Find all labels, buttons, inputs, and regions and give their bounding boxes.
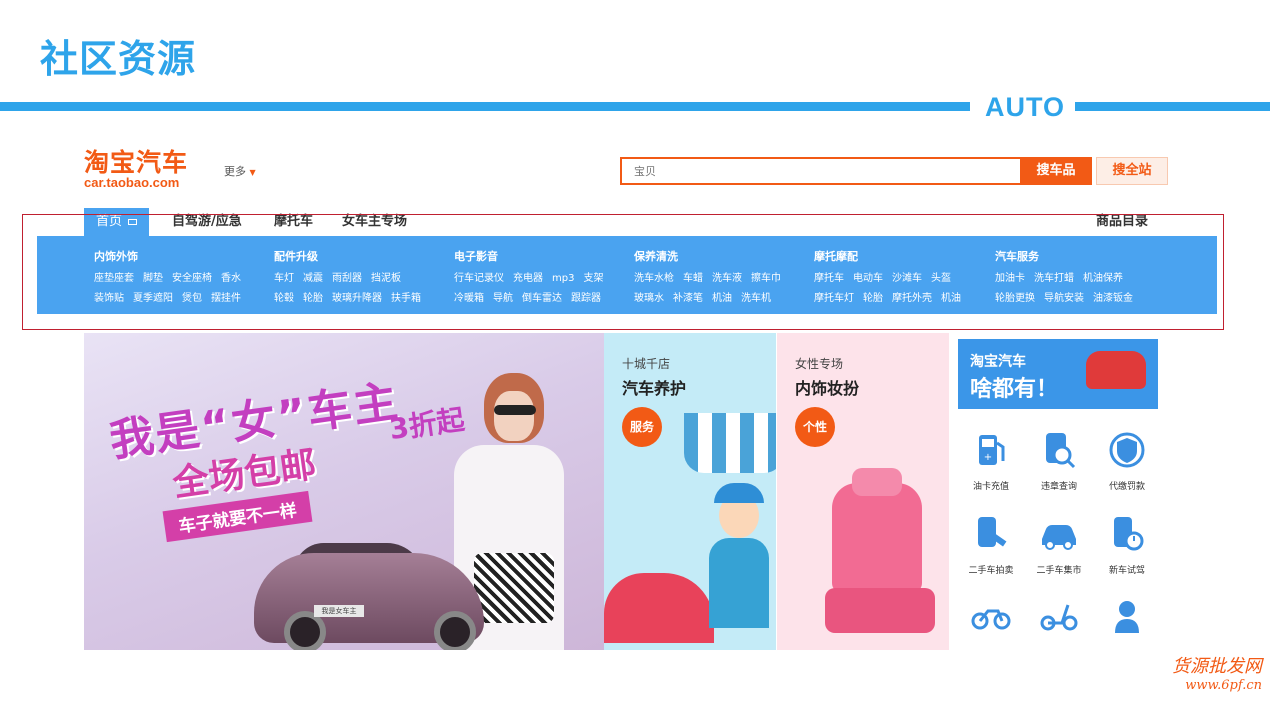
scooter-icon xyxy=(1040,604,1078,631)
service-pay-fines[interactable]: 代缴罚款 xyxy=(1094,429,1160,492)
service-label: 代缴罚款 xyxy=(1108,482,1145,492)
service-label: 油卡充值 xyxy=(972,482,1009,492)
search-all-button[interactable]: 搜全站 xyxy=(1096,157,1168,185)
card-title: 汽车养护 xyxy=(622,379,687,398)
logo-text-en: car.taobao.com xyxy=(84,175,180,190)
sunglasses-icon xyxy=(494,405,536,415)
card-subtitle: 十城千店 xyxy=(622,357,671,371)
service-used-car-auction[interactable]: 二手车拍卖 xyxy=(958,513,1024,576)
shield-icon xyxy=(1109,432,1145,468)
title-rule-right xyxy=(1075,102,1270,111)
service-violation-query[interactable]: 违章查询 xyxy=(1026,429,1092,492)
auto-label: AUTO xyxy=(985,92,1066,122)
more-dropdown[interactable]: 更多 ▼ xyxy=(224,163,256,179)
svg-text:+: + xyxy=(984,452,992,463)
service-mechanic[interactable] xyxy=(1094,595,1160,645)
awning-icon xyxy=(684,413,776,473)
highlight-frame xyxy=(22,214,1224,330)
red-car-icon xyxy=(604,573,714,643)
model-face xyxy=(494,391,534,441)
service-test-drive[interactable]: 新车试驾 xyxy=(1094,513,1160,576)
handbag-icon xyxy=(474,553,554,623)
service-motorcycle[interactable] xyxy=(958,595,1024,645)
watermark-line1: 货源批发网 xyxy=(1172,656,1262,677)
mechanic-icon xyxy=(1115,601,1139,633)
services-header-line2: 啥都有！ xyxy=(970,377,1059,402)
worker-body xyxy=(709,538,769,628)
car-seat-icon xyxy=(832,483,922,593)
license-plate: 我是女车主 xyxy=(314,605,364,617)
auction-icon xyxy=(978,517,1007,547)
test-drive-icon xyxy=(1114,517,1144,551)
more-label: 更多 xyxy=(224,165,246,178)
service-fuel-card[interactable]: + 油卡充值 xyxy=(958,429,1024,492)
service-used-car-market[interactable]: 二手车集市 xyxy=(1026,513,1092,576)
headrest-icon xyxy=(852,468,902,496)
used-car-icon xyxy=(1042,525,1076,550)
card-title: 内饰妆扮 xyxy=(795,379,860,398)
search-car-button[interactable]: 搜车品 xyxy=(1020,157,1092,185)
wheel-icon xyxy=(434,611,476,650)
motorcycle-icon xyxy=(971,609,1011,630)
service-label: 违章查询 xyxy=(1040,482,1077,492)
slide-title: 社区资源 xyxy=(40,37,197,81)
service-label: 新车试驾 xyxy=(1108,566,1145,576)
card-subtitle: 女性专场 xyxy=(795,357,844,371)
search-box[interactable] xyxy=(620,157,1022,185)
worker-cap-icon xyxy=(714,483,764,503)
card-badge: 个性 xyxy=(795,407,835,447)
taobao-car-logo[interactable]: 淘宝汽车 car.taobao.com xyxy=(84,150,188,190)
promo-banner-female-owner[interactable]: 我是女车主 我是“女”车主 全场包邮 3折起 车子就要不一样 xyxy=(84,333,604,650)
card-badge: 服务 xyxy=(622,407,662,447)
caret-down-icon: ▼ xyxy=(249,168,256,177)
promo-card-car-care[interactable]: 十城千店 汽车养护 服务 xyxy=(604,333,776,650)
watermark-line2: www.6pf.cn xyxy=(1185,678,1262,693)
seat-cushion-icon xyxy=(825,588,935,633)
red-mini-car-icon xyxy=(1086,351,1146,389)
services-panel: 淘宝汽车 啥都有！ + 油卡充值 违章查询 代缴罚款 二手车拍卖 二手车集市 新… xyxy=(950,333,1162,650)
service-label: 二手车集市 xyxy=(1036,566,1082,576)
services-header: 淘宝汽车 啥都有！ xyxy=(958,339,1158,409)
title-rule-left xyxy=(0,102,970,111)
service-scooter[interactable] xyxy=(1026,595,1092,645)
search-input[interactable] xyxy=(622,159,1020,183)
watermark: 货源批发网 www.6pf.cn xyxy=(1172,652,1262,693)
service-label: 二手车拍卖 xyxy=(968,566,1014,576)
promo-card-interior[interactable]: 女性专场 内饰妆扮 个性 xyxy=(777,333,949,650)
fuel-pump-icon: + xyxy=(979,435,1005,465)
violation-search-icon xyxy=(1046,433,1076,469)
services-header-line1: 淘宝汽车 xyxy=(970,354,1026,370)
logo-text-cn: 淘宝汽车 xyxy=(84,148,189,177)
